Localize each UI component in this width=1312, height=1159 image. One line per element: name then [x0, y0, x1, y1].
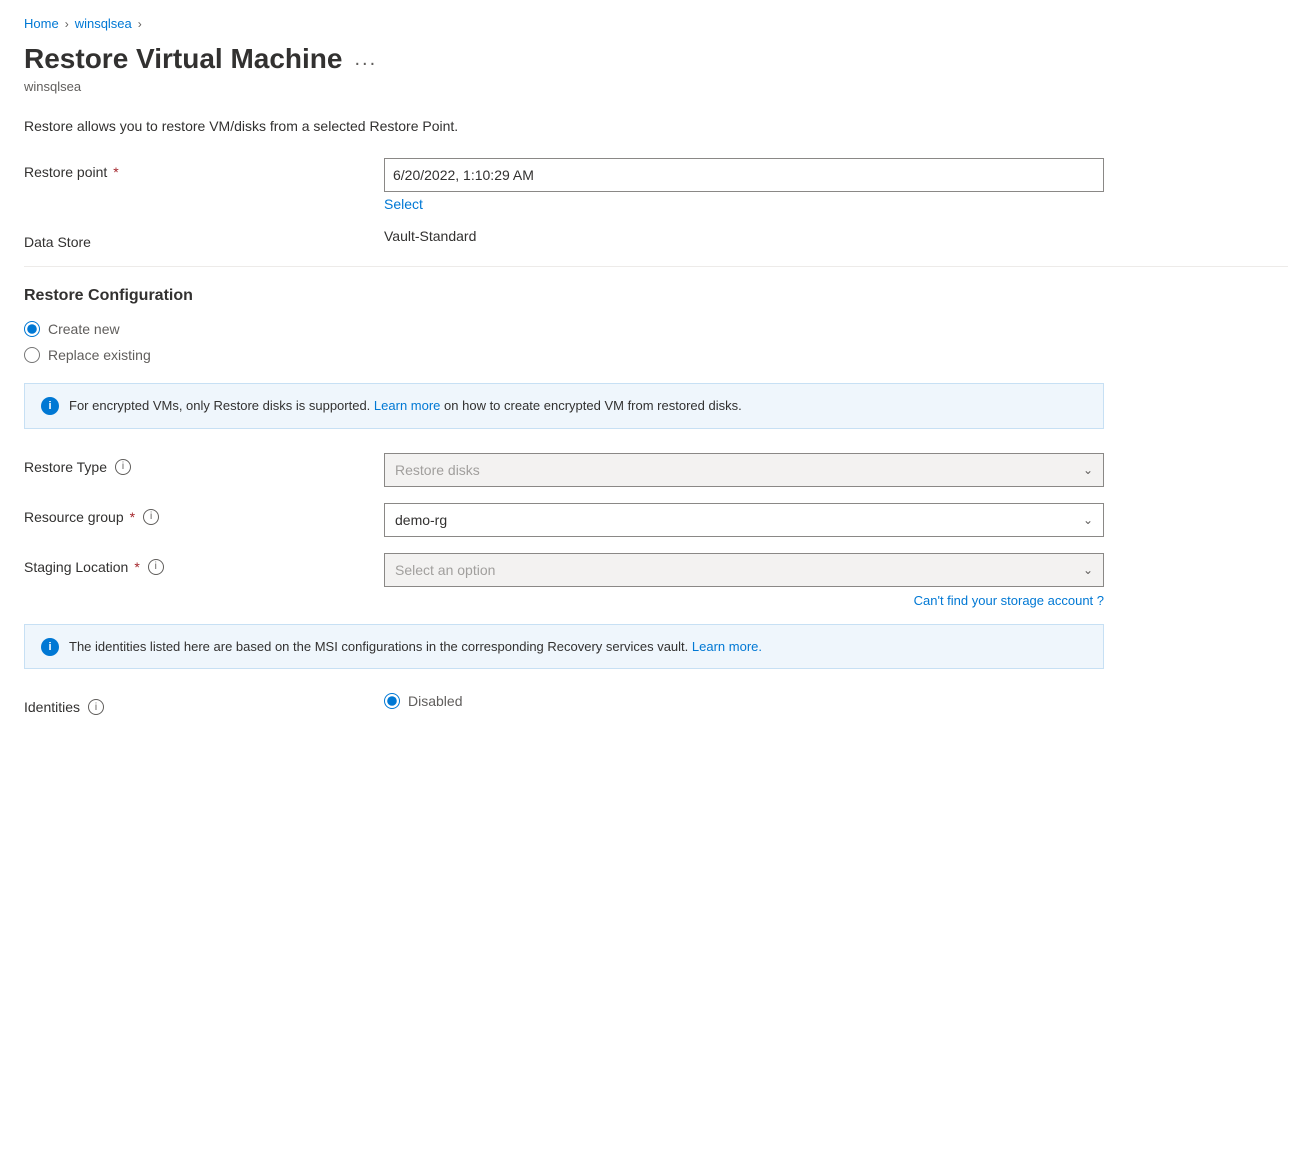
cant-find-storage-link[interactable]: Can't find your storage account ?	[384, 593, 1104, 608]
data-store-value-area: Vault-Standard	[384, 228, 1288, 244]
identities-row: Identities i Disabled	[24, 693, 1288, 715]
resource-group-required: *	[130, 509, 135, 525]
identities-info-icon[interactable]: i	[88, 699, 104, 715]
data-store-label: Data Store	[24, 228, 384, 250]
more-icon[interactable]: ...	[354, 48, 377, 71]
replace-existing-label: Replace existing	[48, 347, 151, 363]
restore-point-required: *	[113, 164, 118, 180]
section-divider	[24, 266, 1288, 267]
resource-group-arrow: ⌄	[1083, 513, 1093, 527]
page-title-row: Restore Virtual Machine ...	[24, 43, 1288, 75]
staging-location-input-area: Select an option ⌄ Can't find your stora…	[384, 553, 1288, 608]
resource-group-dropdown[interactable]: demo-rg ⌄	[384, 503, 1104, 537]
breadcrumb-home[interactable]: Home	[24, 16, 59, 31]
staging-location-placeholder: Select an option	[395, 562, 495, 578]
restore-point-input-area: Select	[384, 158, 1288, 212]
learn-more-link-2[interactable]: Learn more.	[692, 639, 762, 654]
page-description: Restore allows you to restore VM/disks f…	[24, 118, 1288, 134]
restore-type-dropdown[interactable]: Restore disks ⌄	[384, 453, 1104, 487]
replace-existing-option[interactable]: Replace existing	[24, 347, 1288, 363]
restore-type-label: Restore Type i	[24, 453, 384, 475]
restore-type-row: Restore Type i Restore disks ⌄	[24, 453, 1288, 487]
create-new-option[interactable]: Create new	[24, 321, 1288, 337]
restore-point-input[interactable]	[384, 158, 1104, 192]
identities-disabled-option[interactable]: Disabled	[384, 693, 1288, 709]
resource-group-value: demo-rg	[395, 512, 447, 528]
replace-existing-radio[interactable]	[24, 347, 40, 363]
staging-location-dropdown[interactable]: Select an option ⌄	[384, 553, 1104, 587]
data-store-value: Vault-Standard	[384, 222, 476, 244]
breadcrumb: Home › winsqlsea ›	[24, 16, 1288, 31]
info-icon-2: i	[41, 638, 59, 656]
staging-location-row: Staging Location * i Select an option ⌄ …	[24, 553, 1288, 608]
restore-point-label: Restore point *	[24, 158, 384, 180]
resource-group-info-icon[interactable]: i	[143, 509, 159, 525]
staging-location-arrow: ⌄	[1083, 563, 1093, 577]
identities-info-text: The identities listed here are based on …	[69, 637, 762, 657]
resource-group-label: Resource group * i	[24, 503, 384, 525]
create-new-label: Create new	[48, 321, 120, 337]
restore-type-info-icon[interactable]: i	[115, 459, 131, 475]
restore-type-arrow: ⌄	[1083, 463, 1093, 477]
restore-point-row: Restore point * Select	[24, 158, 1288, 212]
breadcrumb-vm[interactable]: winsqlsea	[75, 16, 132, 31]
encrypted-vm-info-banner: i For encrypted VMs, only Restore disks …	[24, 383, 1104, 429]
data-store-row: Data Store Vault-Standard	[24, 228, 1288, 250]
encrypted-vm-info-text: For encrypted VMs, only Restore disks is…	[69, 396, 742, 416]
resource-group-input-area: demo-rg ⌄	[384, 503, 1288, 537]
page-title: Restore Virtual Machine	[24, 43, 342, 75]
staging-location-info-icon[interactable]: i	[148, 559, 164, 575]
learn-more-link-1[interactable]: Learn more	[374, 398, 440, 413]
info-icon-1: i	[41, 397, 59, 415]
identities-input-area: Disabled	[384, 693, 1288, 709]
identities-disabled-label: Disabled	[408, 693, 462, 709]
identities-disabled-radio[interactable]	[384, 693, 400, 709]
breadcrumb-sep1: ›	[65, 17, 69, 31]
page-subtitle: winsqlsea	[24, 79, 1288, 94]
restore-config-radio-group: Create new Replace existing	[24, 321, 1288, 363]
restore-point-select-link[interactable]: Select	[384, 196, 1288, 212]
restore-type-placeholder: Restore disks	[395, 462, 480, 478]
breadcrumb-sep2: ›	[138, 17, 142, 31]
resource-group-row: Resource group * i demo-rg ⌄	[24, 503, 1288, 537]
staging-location-required: *	[134, 559, 139, 575]
create-new-radio[interactable]	[24, 321, 40, 337]
identities-info-banner: i The identities listed here are based o…	[24, 624, 1104, 670]
restore-config-heading: Restore Configuration	[24, 287, 1288, 305]
staging-location-label: Staging Location * i	[24, 553, 384, 575]
restore-type-input-area: Restore disks ⌄	[384, 453, 1288, 487]
identities-label: Identities i	[24, 693, 384, 715]
